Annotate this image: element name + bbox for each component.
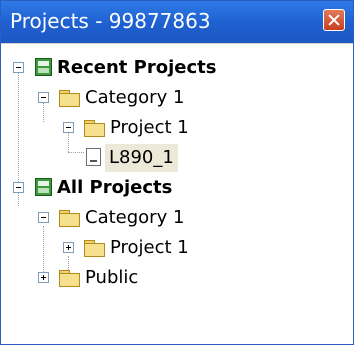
tree-node-recent-projects[interactable]: Recent Projects bbox=[1, 54, 321, 84]
tree-node-label: Category 1 bbox=[85, 207, 185, 228]
tree-node-label: Project 1 bbox=[110, 117, 189, 138]
tree-node-label: Category 1 bbox=[85, 87, 185, 108]
project-tree: Recent Projects Category 1 Project 1 L89… bbox=[1, 43, 353, 344]
tree-node-all-projects[interactable]: All Projects bbox=[1, 174, 321, 204]
tree-node-label: Public bbox=[85, 267, 139, 288]
tree-node-label: Recent Projects bbox=[57, 57, 217, 78]
collapse-icon[interactable] bbox=[13, 182, 24, 193]
folder-icon bbox=[59, 270, 80, 287]
tree-node-file-l890-1[interactable]: L890_1 bbox=[1, 144, 321, 174]
tree-node-label: L890_1 bbox=[105, 144, 178, 172]
tree-node-all-project-1[interactable]: Project 1 bbox=[1, 234, 321, 264]
folder-icon bbox=[59, 210, 80, 227]
database-icon bbox=[35, 58, 52, 76]
collapse-icon[interactable] bbox=[38, 92, 49, 103]
tree-node-all-category-1[interactable]: Category 1 bbox=[1, 204, 321, 234]
folder-icon bbox=[59, 90, 80, 107]
expand-icon[interactable] bbox=[38, 272, 49, 283]
tree-node-recent-category-1[interactable]: Category 1 bbox=[1, 84, 321, 114]
folder-icon bbox=[84, 120, 105, 137]
tree-node-label: All Projects bbox=[57, 177, 173, 198]
collapse-icon[interactable] bbox=[13, 62, 24, 73]
projects-panel: Projects - 99877863 Recent Projects Cate… bbox=[0, 0, 354, 345]
collapse-icon[interactable] bbox=[38, 212, 49, 223]
file-icon bbox=[86, 148, 101, 166]
tree-node-label: Project 1 bbox=[110, 237, 189, 258]
database-icon bbox=[35, 178, 52, 196]
tree-node-public[interactable]: Public bbox=[1, 264, 321, 294]
collapse-icon[interactable] bbox=[63, 122, 74, 133]
tree-node-recent-project-1[interactable]: Project 1 bbox=[1, 114, 321, 144]
folder-icon bbox=[84, 240, 105, 257]
title-bar[interactable]: Projects - 99877863 bbox=[1, 1, 353, 43]
close-icon[interactable] bbox=[323, 9, 345, 31]
expand-icon[interactable] bbox=[63, 242, 74, 253]
window-title: Projects - 99877863 bbox=[10, 9, 211, 33]
